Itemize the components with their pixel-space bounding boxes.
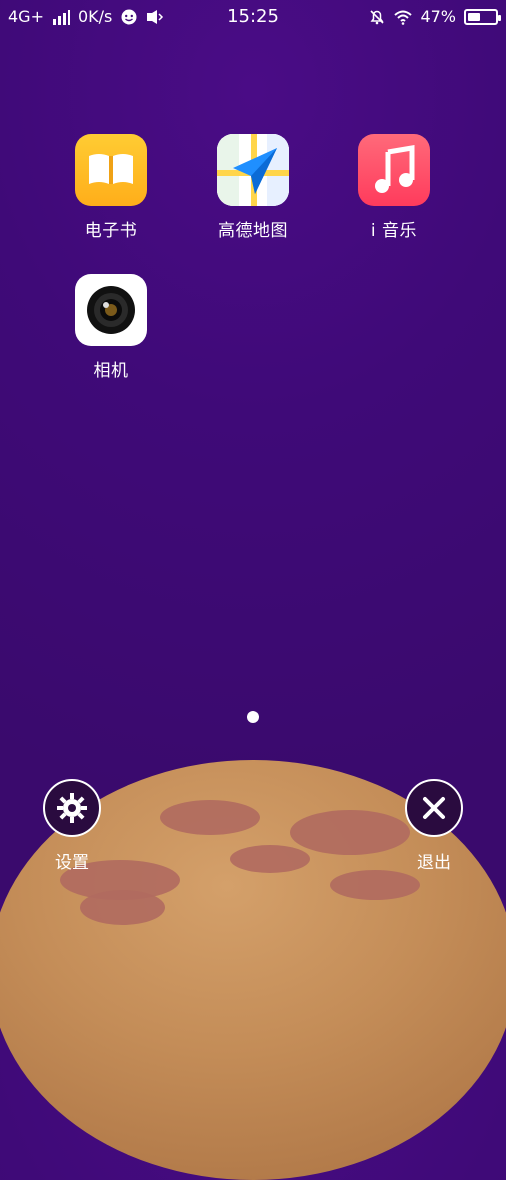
- status-bar: 4G+ 0K/s 15:25 47%: [0, 0, 506, 34]
- app-amap[interactable]: 高德地图: [203, 134, 303, 241]
- app-label-amap: 高德地图: [218, 221, 288, 241]
- page-indicator-dot: [247, 711, 259, 723]
- camera-lens-icon[interactable]: [75, 274, 147, 346]
- book-icon[interactable]: [75, 134, 147, 206]
- app-ebook[interactable]: 电子书: [61, 134, 161, 241]
- app-label-imusic: i 音乐: [370, 221, 418, 241]
- exit-button[interactable]: [405, 779, 463, 837]
- app-imusic[interactable]: i 音乐: [344, 134, 444, 241]
- gear-icon: [57, 793, 87, 823]
- status-right: 47%: [368, 0, 501, 34]
- close-icon: [423, 797, 445, 819]
- music-note-icon[interactable]: [358, 134, 430, 206]
- app-camera[interactable]: 相机: [61, 274, 161, 381]
- app-label-camera: 相机: [93, 361, 129, 381]
- battery-level: [468, 13, 481, 21]
- alarm-off-icon: [370, 10, 385, 25]
- wifi-icon: [394, 10, 413, 25]
- settings-label: 设置: [55, 853, 89, 873]
- app-label-ebook: 电子书: [84, 221, 138, 241]
- battery-icon: [464, 9, 501, 25]
- settings-button[interactable]: [43, 779, 101, 837]
- battery-percent: 47%: [420, 7, 456, 26]
- exit-label: 退出: [417, 853, 451, 873]
- map-navigation-icon[interactable]: [217, 134, 289, 206]
